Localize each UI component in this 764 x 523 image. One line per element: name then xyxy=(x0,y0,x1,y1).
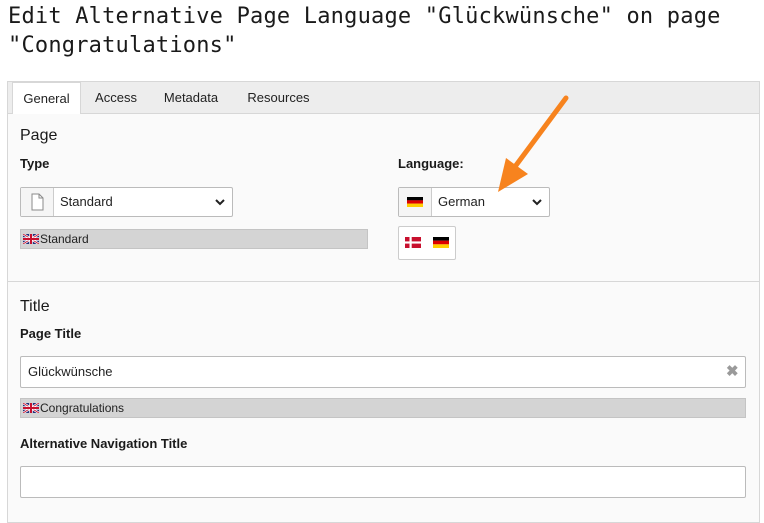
flag-uk-icon xyxy=(23,402,39,413)
page-title-input-value: Glückwünsche xyxy=(28,364,113,379)
chevron-down-icon xyxy=(215,199,225,206)
language-select-value: German xyxy=(438,194,485,209)
type-label: Type xyxy=(20,156,50,171)
flag-german-icon xyxy=(407,197,423,207)
tab-general[interactable]: General xyxy=(12,82,81,115)
page-title: Edit Alternative Page Language "Glückwün… xyxy=(8,4,721,58)
flag-danish-icon[interactable] xyxy=(405,237,421,248)
type-original-text: Standard xyxy=(40,232,89,246)
language-label: Language: xyxy=(398,156,464,171)
language-flag-group xyxy=(398,226,456,260)
tab-resources[interactable]: Resources xyxy=(238,82,319,113)
tab-metadata[interactable]: Metadata xyxy=(154,82,228,113)
tab-access[interactable]: Access xyxy=(84,82,148,113)
page-title-input[interactable]: Glückwünsche ✖ xyxy=(20,356,746,388)
flag-german-icon[interactable] xyxy=(433,237,449,248)
language-select-icon-cell xyxy=(399,188,432,216)
page-document-icon xyxy=(31,193,44,211)
nav-title-input[interactable] xyxy=(20,466,746,498)
edit-form-panel: General Access Metadata Resources Page T… xyxy=(7,81,760,523)
title-section-heading: Title xyxy=(20,298,50,315)
type-select-icon-cell xyxy=(21,188,54,216)
tab-bar: General Access Metadata Resources xyxy=(8,82,759,115)
page-section-heading: Page xyxy=(20,127,58,144)
page-title-original-text: Congratulations xyxy=(40,401,125,415)
flag-uk-icon xyxy=(23,233,39,244)
type-select-value: Standard xyxy=(60,194,113,209)
annotation-arrow-icon xyxy=(498,95,569,192)
page-title-original-value: Congratulations xyxy=(20,398,746,418)
nav-title-label: Alternative Navigation Title xyxy=(20,436,188,451)
clear-icon[interactable]: ✖ xyxy=(726,363,739,381)
type-select[interactable]: Standard xyxy=(20,187,233,217)
page-section: Page Type Standard Standard Language: Ge… xyxy=(8,114,759,281)
title-section: Title Page Title Glückwünsche ✖ Congratu… xyxy=(8,282,759,522)
page-title-label: Page Title xyxy=(20,326,82,341)
type-original-value: Standard xyxy=(20,229,368,249)
